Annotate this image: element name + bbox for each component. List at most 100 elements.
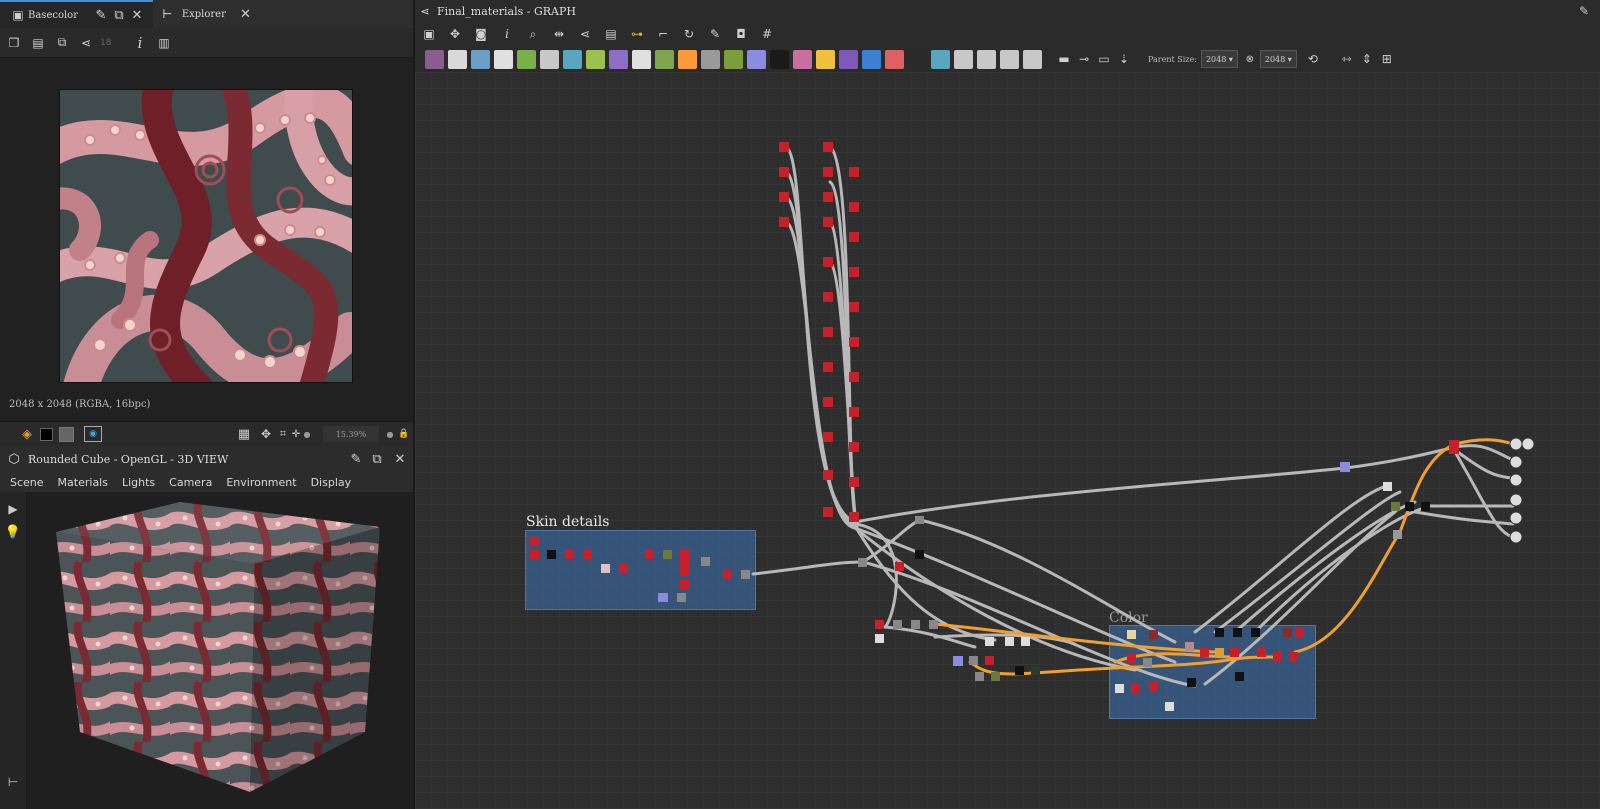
light-icon[interactable]: 💡 [5, 524, 21, 540]
graph-node[interactable] [1021, 637, 1030, 646]
node-tool-button[interactable] [494, 49, 513, 69]
graph-node[interactable] [1149, 682, 1158, 691]
graph-node[interactable] [911, 620, 920, 629]
parent-size-height[interactable]: 2048 ▾ [1259, 50, 1297, 68]
graph-node[interactable] [1143, 658, 1152, 667]
graph-node[interactable] [680, 550, 690, 576]
maximize-icon[interactable]: ⧉ [368, 450, 386, 468]
link-icon[interactable]: ⊶ [627, 24, 647, 44]
graph-node[interactable] [1127, 654, 1136, 663]
graph-node[interactable] [1115, 684, 1124, 693]
node-tool-button[interactable] [540, 49, 559, 69]
graph-node[interactable] [915, 550, 924, 559]
node-tool-button[interactable] [770, 49, 789, 69]
close-icon[interactable]: ✕ [391, 450, 409, 468]
graph-node[interactable] [849, 372, 859, 382]
output-node[interactable] [1509, 493, 1523, 507]
screenshot-icon[interactable]: ◙ [471, 24, 491, 44]
link-size-icon[interactable]: ⊗ [1244, 54, 1256, 65]
graph-node[interactable] [701, 557, 710, 566]
output-node[interactable] [1509, 473, 1523, 487]
graph-node[interactable] [779, 142, 789, 152]
graph-node[interactable] [680, 580, 689, 589]
graph-node[interactable] [849, 232, 859, 242]
graph-node[interactable] [1185, 642, 1194, 651]
layers-icon[interactable]: ◈ [16, 425, 38, 443]
graph-node[interactable] [583, 550, 592, 559]
menu-display[interactable]: Display [311, 476, 352, 489]
close-icon[interactable]: ✕ [238, 5, 253, 23]
connect-icon[interactable]: ⌐ [653, 24, 673, 44]
graph-node[interactable] [849, 337, 859, 347]
output-node-basecolor[interactable] [1509, 437, 1523, 451]
node-tool-button[interactable] [655, 49, 674, 69]
frame-icon[interactable]: ▭ [1094, 49, 1114, 69]
info-icon[interactable]: i [130, 33, 150, 53]
center-icon[interactable]: ✛ [290, 429, 302, 440]
black-background-swatch[interactable] [40, 427, 53, 441]
graph-node[interactable] [823, 327, 833, 337]
graph-node[interactable] [849, 512, 859, 522]
node-tool-button[interactable] [747, 49, 766, 69]
navigation-icon[interactable]: ⇣ [1114, 49, 1134, 69]
menu-scene[interactable]: Scene [10, 476, 44, 489]
graph-node[interactable] [601, 564, 610, 573]
graph-node[interactable] [823, 142, 833, 152]
save-icon[interactable]: ▤ [28, 33, 48, 53]
horizontal-align-icon[interactable]: ⇿ [1337, 49, 1357, 69]
graph-node[interactable] [823, 292, 833, 302]
node-tool-button[interactable] [448, 49, 467, 69]
node-tool-button[interactable] [931, 49, 950, 69]
graph-node[interactable] [1215, 648, 1224, 657]
move-icon[interactable]: ✥ [445, 24, 465, 44]
graph-node[interactable] [849, 407, 859, 417]
grid-icon[interactable]: # [757, 24, 777, 44]
graph-icon[interactable]: ⋖ [76, 33, 96, 53]
close-icon[interactable]: ✕ [128, 6, 146, 24]
graph-node[interactable] [1251, 628, 1260, 637]
graph-node[interactable] [823, 362, 833, 372]
graph-node[interactable] [1283, 628, 1292, 637]
tile-icon[interactable]: ▦ [236, 427, 252, 442]
node-tool-button[interactable] [632, 49, 651, 69]
graph-node[interactable] [953, 656, 963, 666]
graph-node[interactable] [1273, 652, 1282, 661]
graph-node[interactable] [1340, 462, 1350, 472]
graph-node[interactable] [985, 656, 994, 665]
graph-node[interactable] [723, 570, 732, 579]
graph-node[interactable] [658, 593, 668, 602]
node-tool-button[interactable] [471, 49, 490, 69]
node-tool-button[interactable] [977, 49, 996, 69]
graph-node[interactable] [1449, 440, 1459, 454]
pin-icon[interactable]: ✎ [1576, 4, 1592, 18]
distribute-icon[interactable]: ⊞ [1377, 49, 1397, 69]
graph-node[interactable] [849, 267, 859, 277]
output-node[interactable] [1509, 530, 1523, 544]
graph-node[interactable] [779, 192, 789, 202]
zoom-dot-icon[interactable]: ● [302, 430, 312, 439]
graph-node[interactable] [1187, 678, 1196, 687]
graph-node[interactable] [823, 470, 833, 480]
graph-node[interactable] [1421, 502, 1430, 511]
maximize-icon[interactable]: ⧉ [110, 6, 128, 24]
parent-size-width[interactable]: 2048 ▾ [1200, 50, 1238, 68]
graph-node[interactable] [849, 477, 859, 487]
graph-node[interactable] [1131, 684, 1140, 693]
graph-node[interactable] [1165, 702, 1174, 711]
search-icon[interactable]: ⌕ [523, 24, 543, 44]
share-icon[interactable]: ⋖ [575, 24, 595, 44]
graph-node[interactable] [1235, 672, 1244, 681]
node-tool-button[interactable] [701, 49, 720, 69]
graph-node[interactable] [823, 192, 833, 202]
graph-node[interactable] [858, 558, 867, 567]
graph-node[interactable] [1289, 652, 1298, 661]
align-icon[interactable]: ⇹ [549, 24, 569, 44]
graph-node[interactable] [985, 637, 994, 646]
graph-node[interactable] [530, 550, 539, 559]
graph-node[interactable] [849, 167, 859, 177]
output-node[interactable] [1509, 511, 1523, 525]
pin-icon[interactable]: ✎ [347, 450, 365, 468]
graph-node[interactable] [823, 397, 833, 407]
graph-node[interactable] [1230, 648, 1239, 657]
menu-materials[interactable]: Materials [58, 476, 108, 489]
